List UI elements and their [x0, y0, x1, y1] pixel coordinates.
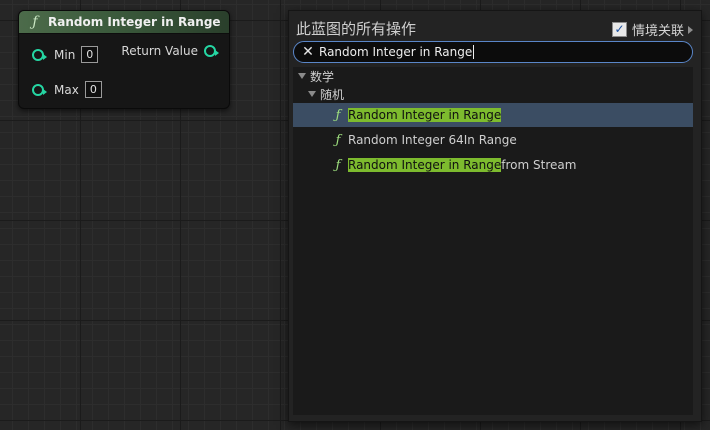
node-header[interactable]: ƒ Random Integer in Range: [19, 11, 229, 34]
exec-pin-icon[interactable]: [32, 48, 47, 61]
expand-arrow-icon[interactable]: [298, 73, 306, 79]
input-pin-max-row[interactable]: Max 0: [32, 81, 102, 98]
function-icon: ƒ: [32, 14, 38, 30]
blueprint-node[interactable]: ƒ Random Integer in Range Min 0 Max 0 Re…: [18, 10, 230, 109]
match-highlight: Random Integer in Range: [348, 158, 502, 172]
tree-category-label: 数学: [310, 69, 335, 84]
action-item-random-integer-64-in-range[interactable]: ƒ Random Integer 64In Range: [293, 128, 693, 152]
item-label-rest: Random Integer 64In Range: [348, 133, 517, 147]
checkbox-checked-icon[interactable]: ✓: [611, 22, 627, 37]
action-item-random-integer-in-range-from-stream[interactable]: ƒ Random Integer in Range from Stream: [293, 153, 693, 177]
action-tree: 数学 随机 ƒ Random Integer in Range ƒ Random…: [293, 67, 693, 415]
expand-arrow-icon[interactable]: [308, 91, 316, 97]
text-caret: [473, 45, 475, 59]
match-highlight: Random Integer in Range: [348, 108, 502, 122]
action-item-random-integer-in-range[interactable]: ƒ Random Integer in Range: [293, 103, 693, 127]
function-icon: ƒ: [335, 107, 341, 123]
action-menu-panel: 此蓝图的所有操作 ✓ 情境关联 ✕ Random Integer in Rang…: [288, 10, 702, 422]
max-value-field[interactable]: 0: [84, 81, 102, 98]
close-icon[interactable]: ✕: [297, 44, 319, 60]
output-pin-icon[interactable]: [204, 45, 219, 57]
exec-pin-icon[interactable]: [32, 83, 47, 96]
search-input[interactable]: Random Integer in Range: [319, 45, 472, 59]
panel-title: 此蓝图的所有操作: [296, 20, 417, 38]
function-icon: ƒ: [335, 157, 341, 173]
min-value-field[interactable]: 0: [81, 46, 99, 63]
tree-subcategory-random[interactable]: 随机: [293, 86, 693, 102]
tree-subcategory-label: 随机: [320, 87, 345, 102]
chevron-right-icon[interactable]: [688, 25, 693, 34]
input-pin-min-row[interactable]: Min 0: [32, 46, 99, 63]
pin-label-max: Max: [54, 82, 79, 97]
tree-category-math[interactable]: 数学: [293, 68, 693, 84]
context-sensitive-label: 情境关联: [631, 24, 684, 39]
pin-label-min: Min: [54, 47, 76, 62]
node-title: Random Integer in Range: [48, 15, 221, 29]
search-box[interactable]: ✕ Random Integer in Range: [293, 41, 693, 63]
context-sensitive-toggle[interactable]: ✓ 情境关联: [611, 20, 693, 39]
function-icon: ƒ: [335, 132, 341, 148]
output-pin-return-row[interactable]: Return Value: [121, 44, 219, 58]
pin-label-return-value: Return Value: [121, 44, 198, 58]
item-label-rest: from Stream: [501, 158, 577, 172]
